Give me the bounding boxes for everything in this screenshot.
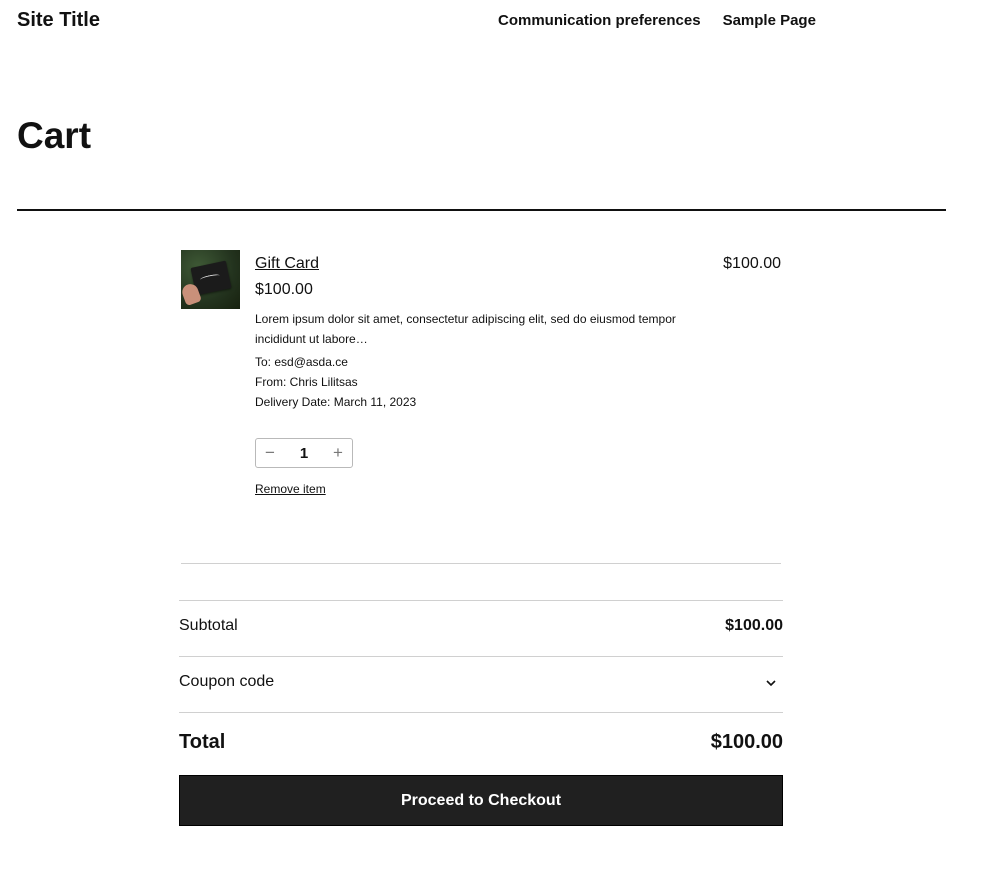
items-divider [181,563,781,564]
gift-card-thumbnail[interactable] [181,250,240,309]
gift-sender: From: Chris Lilitsas [255,375,358,389]
total-label: Total [179,731,226,753]
main-nav: Communication preferences Sample Page [498,12,816,29]
product-name-link[interactable]: Gift Card [255,255,319,273]
subtotal-label: Subtotal [179,617,238,634]
quantity-value[interactable]: 1 [300,445,308,462]
total-row: Total $100.00 [179,731,783,754]
decrement-button[interactable]: − [256,443,284,463]
gift-recipient: To: esd@asda.ce [255,355,348,369]
nav-sample-page[interactable]: Sample Page [723,12,816,29]
totals-top-divider [179,600,783,601]
page-title: Cart [17,115,92,156]
subtotal-row: Subtotal $100.00 [179,617,783,635]
nav-communication-preferences[interactable]: Communication preferences [498,12,701,29]
site-title[interactable]: Site Title [17,9,100,32]
product-price: $100.00 [255,281,313,298]
coupon-code-toggle[interactable]: Coupon code [179,673,783,691]
subtotal-value: $100.00 [725,617,783,634]
increment-button[interactable]: + [324,443,352,463]
quantity-stepper: − 1 + [255,438,353,468]
subtotal-divider [179,656,783,657]
delivery-date: Delivery Date: March 11, 2023 [255,395,417,409]
coupon-divider [179,712,783,713]
chevron-down-icon[interactable] [765,676,777,688]
coupon-code-label: Coupon code [179,673,275,690]
remove-item-link[interactable]: Remove item [255,482,326,496]
proceed-to-checkout-button[interactable]: Proceed to Checkout [179,775,783,826]
product-description: Lorem ipsum dolor sit amet, consectetur … [255,312,676,346]
title-divider [17,209,946,211]
line-item-total: $100.00 [723,255,781,272]
total-value: $100.00 [710,731,783,753]
